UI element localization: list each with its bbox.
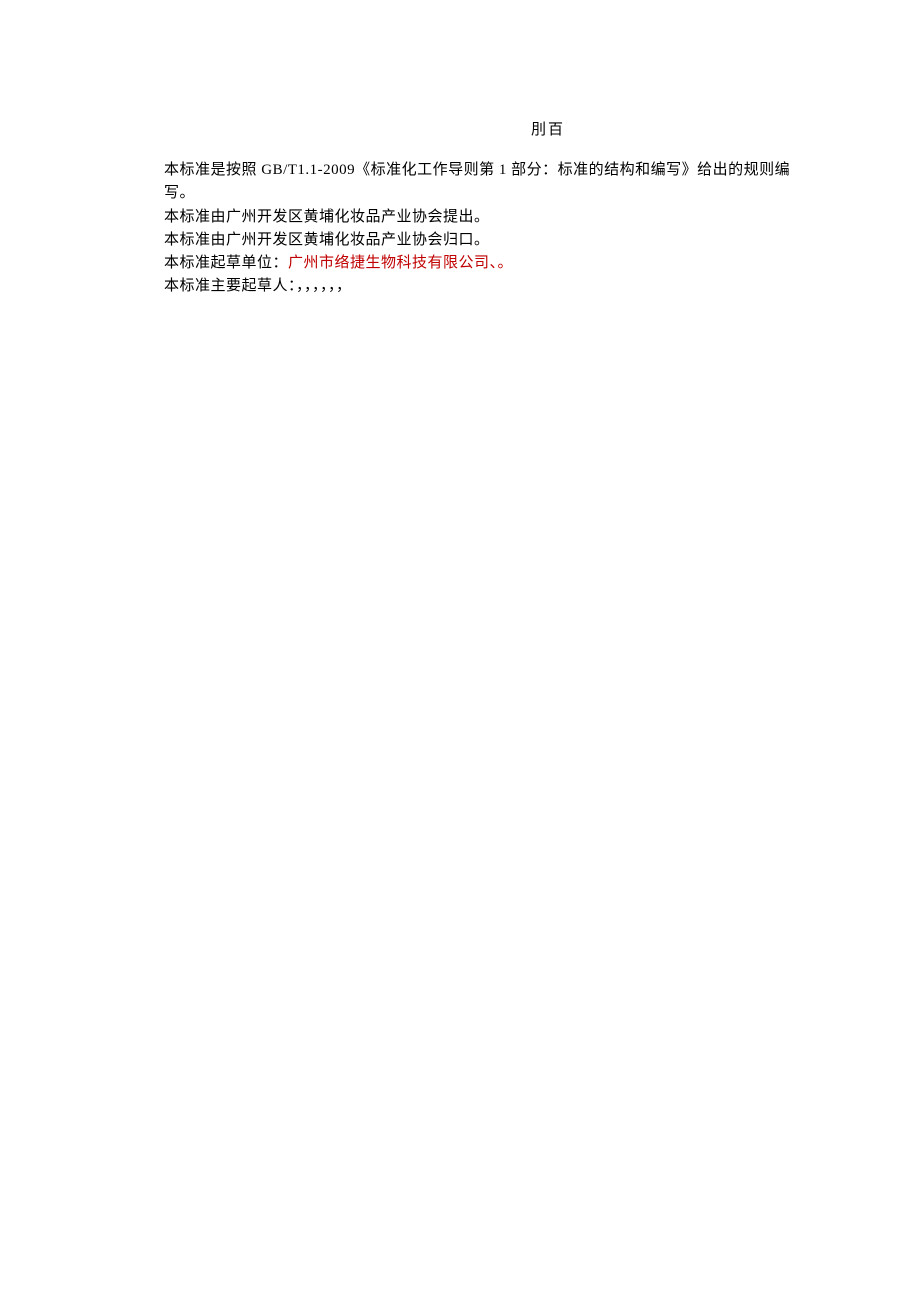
drafting-unit-value: 广州市络捷生物科技有限公司、。 — [288, 255, 513, 271]
paragraph-drafting-unit: 本标准起草单位：广州市络捷生物科技有限公司、。 — [164, 252, 802, 275]
drafting-unit-label: 本标准起草单位： — [164, 255, 288, 271]
paragraph-proposed-by: 本标准由广州开发区黄埔化妆品产业协会提出。 — [164, 206, 802, 229]
foreword-title: 刖百 — [164, 118, 802, 139]
foreword-content: 本标准是按照 GB/T1.1-2009《标准化工作导则第 1 部分：标准的结构和… — [164, 159, 802, 299]
paragraph-main-drafters: 本标准主要起草人：，，，，，， — [164, 275, 802, 298]
paragraph-gb-reference: 本标准是按照 GB/T1.1-2009《标准化工作导则第 1 部分：标准的结构和… — [164, 159, 802, 206]
paragraph-under-jurisdiction: 本标准由广州开发区黄埔化妆品产业协会归口。 — [164, 229, 802, 252]
